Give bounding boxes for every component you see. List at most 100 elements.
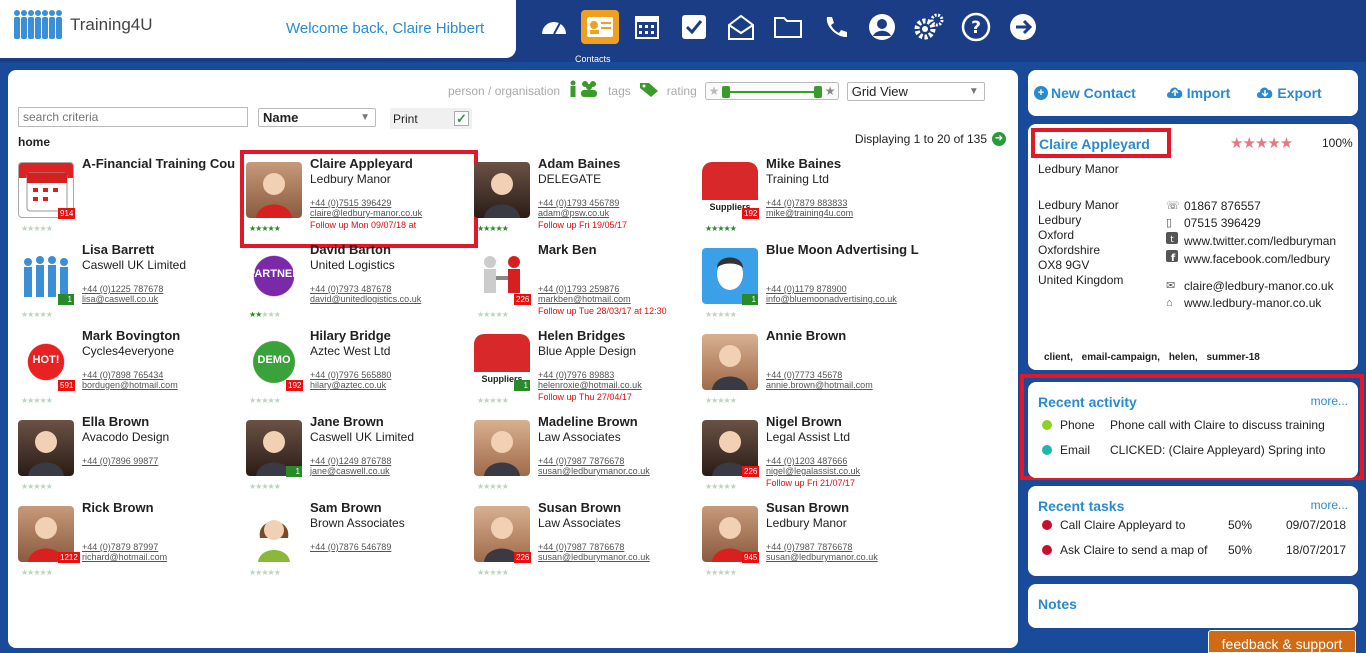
search-input[interactable]	[18, 107, 248, 127]
contact-phone[interactable]: +44 (0)7773 45678	[766, 370, 842, 380]
breadcrumb[interactable]: home	[18, 135, 50, 149]
contact-card[interactable]: 1212 ★★★★★ Rick Brown +44 (0)7879 87997 rich…	[18, 500, 244, 586]
contact-email[interactable]: mike@training4u.com	[766, 208, 853, 218]
contact-name[interactable]: A-Financial Training Cou	[82, 156, 242, 171]
mobile-number[interactable]: 07515 396429	[1184, 215, 1261, 232]
contact-email[interactable]: annie.brown@hotmail.com	[766, 380, 873, 390]
contact-card[interactable]: HOT! 591 ★★★★★ Mark Bovington Cycles4everyon…	[18, 328, 244, 414]
contact-card[interactable]: ★★★★★ Ella Brown Avacodo Design +44 (0)7896…	[18, 414, 244, 500]
contact-name[interactable]: Blue Moon Advertising L	[766, 242, 926, 257]
contact-email[interactable]: david@unitedlogistics.co.uk	[310, 294, 421, 304]
contact-name[interactable]: Lisa Barrett	[82, 242, 242, 257]
contact-phone[interactable]: +44 (0)7515 396429	[310, 198, 391, 208]
sort-select[interactable]: Name ▼	[258, 108, 376, 127]
tag-icon[interactable]	[639, 82, 659, 101]
logo[interactable]: Training4U	[14, 10, 153, 40]
contact-card[interactable]: 1 ★★★★★ Blue Moon Advertising L +44 (0)1179…	[702, 242, 928, 328]
rating-slider[interactable]: ★ ★	[704, 82, 839, 100]
import-button[interactable]: Import	[1166, 85, 1230, 102]
contact-name[interactable]: David Barton	[310, 242, 470, 257]
contact-card[interactable]: 226 ★★★★★ Mark Ben +44 (0)1793 259876 markbe…	[474, 242, 700, 328]
website-link[interactable]: www.ledbury-manor.co.uk	[1184, 295, 1321, 312]
export-button[interactable]: Export	[1256, 85, 1322, 102]
activity-row[interactable]: Phone Phone call with Claire to discuss …	[1042, 418, 1325, 432]
contact-phone[interactable]: +44 (0)7879 883833	[766, 198, 847, 208]
contact-card[interactable]: 1 ★★★★★ Jane Brown Caswell UK Limited +44 (0…	[246, 414, 472, 500]
contact-phone[interactable]: +44 (0)7973 487678	[310, 284, 391, 294]
contact-phone[interactable]: +44 (0)7876 546789	[310, 542, 391, 552]
dashboard-icon[interactable]	[530, 10, 577, 44]
contact-phone[interactable]: +44 (0)1179 878900	[766, 284, 847, 294]
contact-phone[interactable]: +44 (0)1793 259876	[538, 284, 619, 294]
contact-rating-stars[interactable]: ★★★★★	[1230, 134, 1293, 152]
contact-email[interactable]: markben@hotmail.com	[538, 294, 631, 304]
contact-name[interactable]: Jane Brown	[310, 414, 470, 429]
contact-phone[interactable]: +44 (0)7987 7876678	[766, 542, 852, 552]
activity-more-link[interactable]: more...	[1311, 394, 1348, 408]
contact-card[interactable]: PARTNER ★★★★★ David Barton United Logistics…	[246, 242, 472, 328]
contact-phone[interactable]: +44 (0)1249 876788	[310, 456, 391, 466]
activity-row[interactable]: Email CLICKED: (Claire Appleyard) Spring…	[1042, 443, 1325, 457]
logout-icon[interactable]	[999, 10, 1046, 44]
contact-card[interactable]: ★★★★★ Madeline Brown Law Associates +44 (0)…	[474, 414, 700, 500]
contact-name[interactable]: Helen Bridges	[538, 328, 698, 343]
contact-card[interactable]: ★★★★★ Annie Brown +44 (0)7773 45678 annie.b…	[702, 328, 928, 414]
contact-name[interactable]: Rick Brown	[82, 500, 242, 515]
notes-panel[interactable]: Notes	[1028, 584, 1358, 628]
contact-avatar[interactable]	[18, 420, 74, 476]
contact-name[interactable]: Mike Baines	[766, 156, 926, 171]
contact-phone[interactable]: +44 (0)7898 765434	[82, 370, 163, 380]
contact-card[interactable]: 914 ★★★★★ A-Financial Training Cou	[18, 156, 244, 242]
contacts-icon[interactable]	[581, 10, 619, 44]
contact-email[interactable]: richard@hotmail.com	[82, 552, 167, 562]
contact-avatar[interactable]	[702, 334, 758, 390]
contact-avatar[interactable]	[246, 506, 302, 562]
settings-icon[interactable]	[905, 10, 952, 44]
contact-phone[interactable]: +44 (0)1225 787678	[82, 284, 163, 294]
contact-email[interactable]: susan@ledburymanor.co.uk	[766, 552, 878, 562]
help-icon[interactable]: ?	[952, 10, 999, 44]
task-row[interactable]: Call Claire Appleyard to 50% 09/07/2018	[1042, 518, 1352, 532]
contact-name[interactable]: Susan Brown	[538, 500, 698, 515]
contact-card[interactable]: DEMO 192 ★★★★★ Hilary Bridge Aztec West Ltd +…	[246, 328, 472, 414]
contact-card[interactable]: 945 ★★★★★ Susan Brown Ledbury Manor +44 (0)7…	[702, 500, 928, 586]
print-checkbox[interactable]: ✓	[454, 111, 469, 126]
contact-phone[interactable]: +44 (0)1203 487666	[766, 456, 847, 466]
contact-card[interactable]: 226 ★★★★★ Nigel Brown Legal Assist Ltd +44 (…	[702, 414, 928, 500]
contact-email[interactable]: helenroxie@hotmail.co.uk	[538, 380, 642, 390]
contact-name[interactable]: Sam Brown	[310, 500, 470, 515]
contact-name[interactable]: Hilary Bridge	[310, 328, 470, 343]
contact-name[interactable]: Adam Baines	[538, 156, 698, 171]
calendar-icon[interactable]	[623, 10, 670, 44]
contact-phone[interactable]: +44 (0)7987 7876678	[538, 542, 624, 552]
contact-card[interactable]: ★★★★★ Sam Brown Brown Associates +44 (0)787…	[246, 500, 472, 586]
tasks-more-link[interactable]: more...	[1311, 498, 1348, 512]
next-page-icon[interactable]: ➜	[992, 132, 1006, 146]
contact-card[interactable]: Suppliers 1 ★★★★★ Helen Bridges Blue Apple D…	[474, 328, 700, 414]
contact-name[interactable]: Susan Brown	[766, 500, 926, 515]
contact-avatar[interactable]: PARTNER	[246, 248, 302, 304]
view-select[interactable]: Grid View ▼	[846, 81, 985, 101]
contact-phone[interactable]: +44 (0)7976 89883	[538, 370, 614, 380]
contact-card[interactable]: ★★★★★ Adam Baines DELEGATE +44 (0)1793 4567…	[474, 156, 700, 242]
contact-email[interactable]: claire@ledbury-manor.co.uk	[310, 208, 422, 218]
tasks-icon[interactable]	[670, 10, 717, 44]
contact-avatar[interactable]	[474, 162, 530, 218]
landline-number[interactable]: 01867 876557	[1184, 198, 1261, 215]
contact-card[interactable]: Suppliers 192 ★★★★★ Mike Baines Training Ltd…	[702, 156, 928, 242]
contact-card[interactable]: 226 ★★★★★ Susan Brown Law Associates +44 (0)…	[474, 500, 700, 586]
contact-name[interactable]: Claire Appleyard	[310, 156, 470, 171]
contact-email[interactable]: jane@caswell.co.uk	[310, 466, 390, 476]
contact-name[interactable]: Mark Ben	[538, 242, 698, 257]
task-row[interactable]: Ask Claire to send a map of 50% 18/07/20…	[1042, 543, 1352, 557]
email-link[interactable]: claire@ledbury-manor.co.uk	[1184, 278, 1334, 295]
feedback-support-button[interactable]: feedback & support	[1208, 630, 1356, 653]
contact-card[interactable]: ★★★★★ Claire Appleyard Ledbury Manor +44 (0…	[240, 150, 478, 248]
contact-name[interactable]: Madeline Brown	[538, 414, 698, 429]
slider-min-handle[interactable]	[721, 86, 730, 98]
contact-email[interactable]: susan@ledburymanor.co.uk	[538, 552, 650, 562]
contact-phone[interactable]: +44 (0)7976 565880	[310, 370, 391, 380]
contact-detail-name[interactable]: Claire Appleyard	[1031, 128, 1171, 158]
email-icon[interactable]	[717, 10, 764, 44]
folder-icon[interactable]	[764, 10, 811, 44]
